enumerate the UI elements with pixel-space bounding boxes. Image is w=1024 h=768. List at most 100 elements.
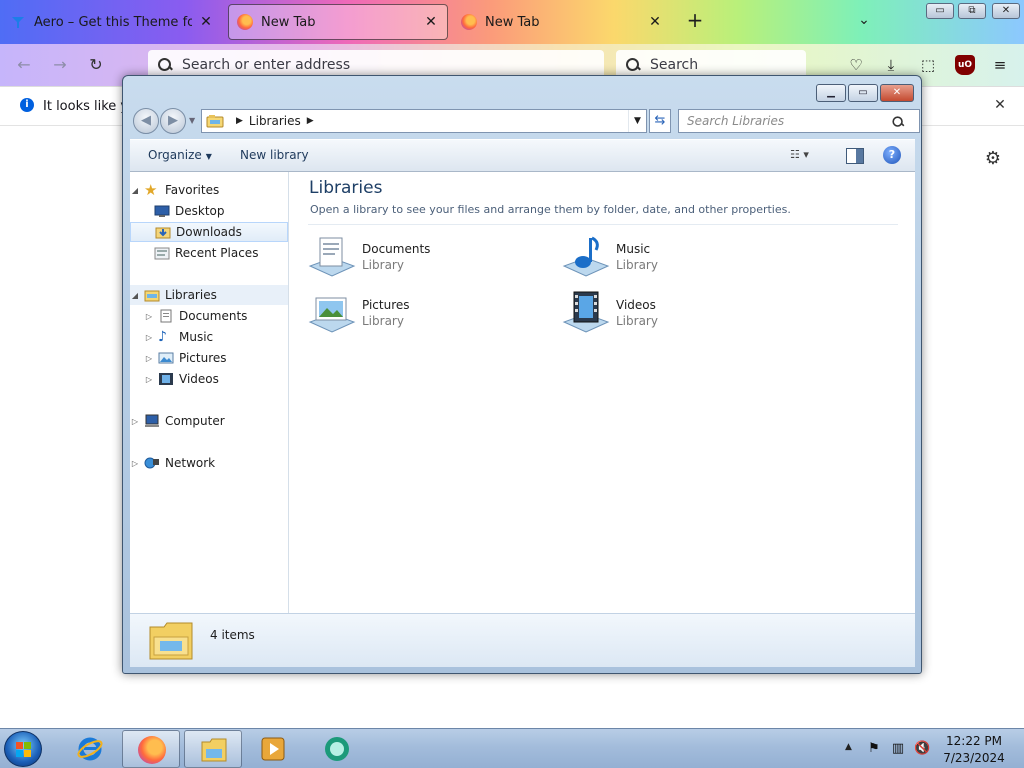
tree-item-documents[interactable]: ▷ Documents	[130, 306, 288, 326]
explorer-body: ◢ ★ Favorites Desktop Downloads Recent P…	[130, 172, 915, 613]
extensions-icon[interactable]: ⬚	[918, 55, 938, 75]
show-hidden-icons-button[interactable]: ▲	[845, 742, 852, 752]
library-name: Documents	[362, 242, 431, 256]
pictures-library-icon	[308, 297, 356, 333]
library-type: Library	[362, 314, 404, 328]
taskbar-file-explorer[interactable]	[184, 730, 242, 768]
command-bar: Organize ▼ New library ☷ ▾ ?	[130, 139, 915, 172]
tab-new-tab[interactable]: New Tab ✕	[453, 4, 671, 40]
forward-button[interactable]: →	[48, 54, 72, 76]
collapse-arrow-icon[interactable]: ◢	[130, 186, 140, 195]
search-icon[interactable]	[892, 116, 903, 127]
ublock-icon[interactable]: uO	[955, 55, 975, 75]
menu-icon[interactable]: ≡	[990, 55, 1010, 75]
network-icon[interactable]: ▥	[890, 741, 906, 757]
volume-muted-icon[interactable]: 🔇	[914, 741, 930, 757]
close-button[interactable]: ✕	[992, 3, 1020, 19]
organize-label: Organize	[148, 148, 202, 162]
new-library-button[interactable]: New library	[240, 148, 309, 162]
expand-arrow-icon[interactable]: ▷	[130, 459, 140, 468]
address-dropdown-icon[interactable]: ▼	[628, 110, 646, 132]
new-tab-button[interactable]: +	[684, 10, 706, 32]
breadcrumb[interactable]: ▶ Libraries ▶ ▼	[201, 109, 647, 133]
tree-label: Music	[179, 330, 214, 344]
computer-icon	[145, 414, 159, 427]
explorer-close-button[interactable]: ✕	[880, 84, 914, 102]
expand-arrow-icon[interactable]: ▷	[144, 375, 154, 384]
tree-item-music[interactable]: ▷ ♪ Music	[130, 327, 288, 347]
clock-date: 7/23/2024	[943, 751, 1005, 765]
expand-arrow-icon[interactable]: ▷	[130, 417, 140, 426]
organize-button[interactable]: Organize ▼	[148, 148, 212, 162]
tree-item-videos[interactable]: ▷ Videos	[130, 369, 288, 389]
expand-arrow-icon[interactable]: ▷	[144, 333, 154, 342]
expand-arrow-icon[interactable]: ▷	[144, 354, 154, 363]
tree-computer[interactable]: ▷ Computer	[130, 411, 288, 431]
clock-time: 12:22 PM	[946, 734, 1002, 748]
tree-label: Videos	[179, 372, 219, 386]
documents-library-icon	[308, 237, 356, 277]
taskbar-app[interactable]	[308, 730, 366, 768]
taskbar-media-player[interactable]	[244, 730, 302, 768]
library-name: Music	[616, 242, 651, 256]
tree-network[interactable]: ▷ Network	[130, 453, 288, 473]
action-center-flag-icon[interactable]: ⚑	[866, 741, 882, 757]
expand-arrow-icon[interactable]: ▷	[144, 312, 154, 321]
info-icon: i	[20, 98, 34, 112]
page-title: Libraries	[309, 178, 383, 198]
chevron-down-icon: ▼	[205, 152, 212, 161]
tab-aero-theme[interactable]: Aero – Get this Theme for 🦊 Fi ✕	[2, 4, 222, 40]
explorer-minimize-button[interactable]: ▁	[816, 84, 846, 102]
help-button[interactable]: ?	[883, 146, 901, 164]
tree-item-desktop[interactable]: Desktop	[130, 201, 288, 221]
breadcrumb-arrow-icon[interactable]: ▶	[307, 116, 314, 126]
breadcrumb-arrow-icon[interactable]: ▶	[236, 116, 243, 126]
back-button[interactable]: ←	[12, 54, 36, 76]
tree-libraries[interactable]: ◢ Libraries	[130, 285, 288, 305]
videos-library-icon	[562, 291, 610, 333]
tab-label: New Tab	[261, 14, 316, 30]
desktop-icon	[154, 205, 170, 217]
start-button[interactable]	[4, 731, 42, 767]
reload-button[interactable]: ↻	[84, 54, 108, 76]
file-explorer-icon	[201, 738, 227, 762]
tree-item-downloads[interactable]: Downloads	[130, 222, 288, 242]
list-all-tabs-button[interactable]: ⌄	[854, 12, 874, 32]
close-tab-icon[interactable]: ✕	[647, 14, 663, 30]
clock[interactable]: 12:22 PM 7/23/2024	[938, 733, 1010, 767]
library-type: Library	[616, 258, 658, 272]
tree-favorites[interactable]: ◢ ★ Favorites	[130, 180, 288, 200]
tab-label: Aero – Get this Theme for 🦊 Fi	[34, 14, 192, 30]
tree-item-recent-places[interactable]: Recent Places	[130, 243, 288, 263]
close-notification-icon[interactable]: ✕	[992, 97, 1008, 113]
close-tab-icon[interactable]: ✕	[423, 14, 439, 30]
minimize-button[interactable]: ▭	[926, 3, 954, 19]
change-view-button[interactable]: ☷ ▾	[790, 148, 828, 166]
taskbar-internet-explorer[interactable]	[61, 730, 119, 768]
breadcrumb-libraries[interactable]: Libraries	[249, 114, 301, 128]
tree-label: Documents	[179, 309, 248, 323]
collapse-arrow-icon[interactable]: ◢	[130, 291, 140, 300]
explorer-maximize-button[interactable]: ▭	[848, 84, 878, 102]
address-placeholder: Search or enter address	[182, 57, 351, 73]
restore-button[interactable]: ⧉	[958, 3, 986, 19]
library-item-pictures[interactable]: Pictures Library	[308, 286, 548, 338]
library-item-music[interactable]: Music Library	[562, 230, 802, 282]
library-item-videos[interactable]: Videos Library	[562, 286, 802, 338]
tree-item-pictures[interactable]: ▷ Pictures	[130, 348, 288, 368]
tab-new-tab-active[interactable]: New Tab ✕	[228, 4, 448, 40]
refresh-button[interactable]: ⇆	[649, 109, 671, 133]
library-item-documents[interactable]: Documents Library	[308, 230, 548, 282]
back-button[interactable]: ◀	[133, 108, 159, 134]
pocket-icon[interactable]: ♡	[846, 55, 866, 75]
close-tab-icon[interactable]: ✕	[198, 14, 214, 30]
forward-button[interactable]: ▶	[160, 108, 186, 134]
gear-icon[interactable]: ⚙	[983, 149, 1003, 169]
explorer-search-input[interactable]: Search Libraries	[678, 109, 920, 133]
search-placeholder: Search Libraries	[687, 114, 785, 128]
recent-pages-chevron-icon[interactable]: ▼	[189, 116, 195, 125]
preview-pane-button[interactable]	[846, 148, 864, 164]
taskbar-firefox[interactable]	[122, 730, 180, 768]
page-subtitle: Open a library to see your files and arr…	[310, 203, 791, 216]
download-icon[interactable]: ⤓	[881, 55, 901, 75]
